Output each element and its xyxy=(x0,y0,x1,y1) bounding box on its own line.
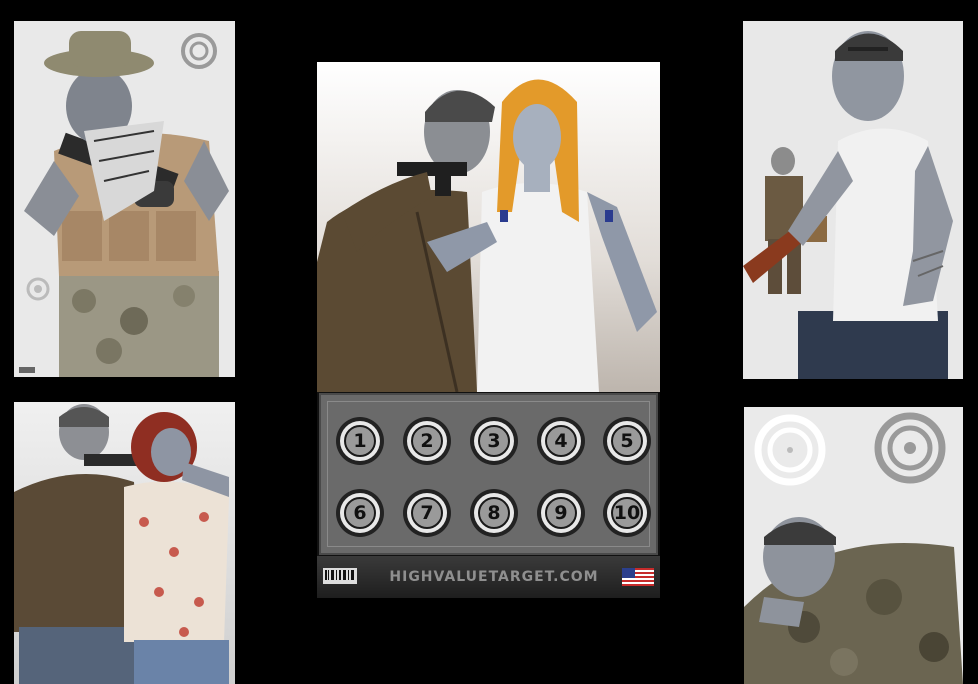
numbered-target[interactable]: 2 xyxy=(403,417,451,465)
hostage-illustration xyxy=(14,402,235,684)
numbered-target[interactable]: 7 xyxy=(403,489,451,537)
numbered-target[interactable]: 8 xyxy=(470,489,518,537)
bullseye-icon xyxy=(874,412,946,484)
target-number: 8 xyxy=(487,502,501,524)
numbered-targets-panel: 1 2 3 4 5 6 7 8 9 10 xyxy=(319,393,658,555)
numbered-target[interactable]: 1 xyxy=(336,417,384,465)
barcode-icon xyxy=(323,568,357,584)
numbered-target[interactable]: 10 xyxy=(603,489,651,537)
target-number: 6 xyxy=(353,502,367,524)
numbered-target[interactable]: 3 xyxy=(470,417,518,465)
tattooed-man-illustration xyxy=(743,21,963,379)
barcode-icon xyxy=(19,367,35,373)
soldier-illustration xyxy=(14,21,235,377)
target-number: 1 xyxy=(353,430,367,452)
target-number: 9 xyxy=(554,502,568,524)
brand-url: HIGHVALUETARGET.COM xyxy=(389,569,599,585)
target-hostage-numbered: 1 2 3 4 5 6 7 8 9 10 HIGHVALUETARGET.COM xyxy=(317,62,660,598)
crouching-man-illustration xyxy=(744,407,963,684)
numbered-target[interactable]: 5 xyxy=(603,417,651,465)
target-number: 5 xyxy=(620,430,634,452)
hostage-illustration-large xyxy=(317,62,660,392)
target-number: 4 xyxy=(554,430,568,452)
us-flag-icon xyxy=(622,568,654,586)
target-tattooed-man xyxy=(743,21,963,379)
target-crouching-man xyxy=(744,407,963,684)
target-number: 10 xyxy=(613,502,641,524)
hostage-scene xyxy=(317,62,660,392)
target-number: 3 xyxy=(487,430,501,452)
bullseye-icon xyxy=(754,414,826,486)
target-soldier-rifle xyxy=(14,21,235,377)
target-footer: HIGHVALUETARGET.COM xyxy=(317,556,660,598)
numbered-target[interactable]: 9 xyxy=(537,489,585,537)
target-hostage-small xyxy=(14,402,235,684)
target-number: 7 xyxy=(420,502,434,524)
target-number: 2 xyxy=(420,430,434,452)
numbered-target[interactable]: 4 xyxy=(537,417,585,465)
numbered-target[interactable]: 6 xyxy=(336,489,384,537)
